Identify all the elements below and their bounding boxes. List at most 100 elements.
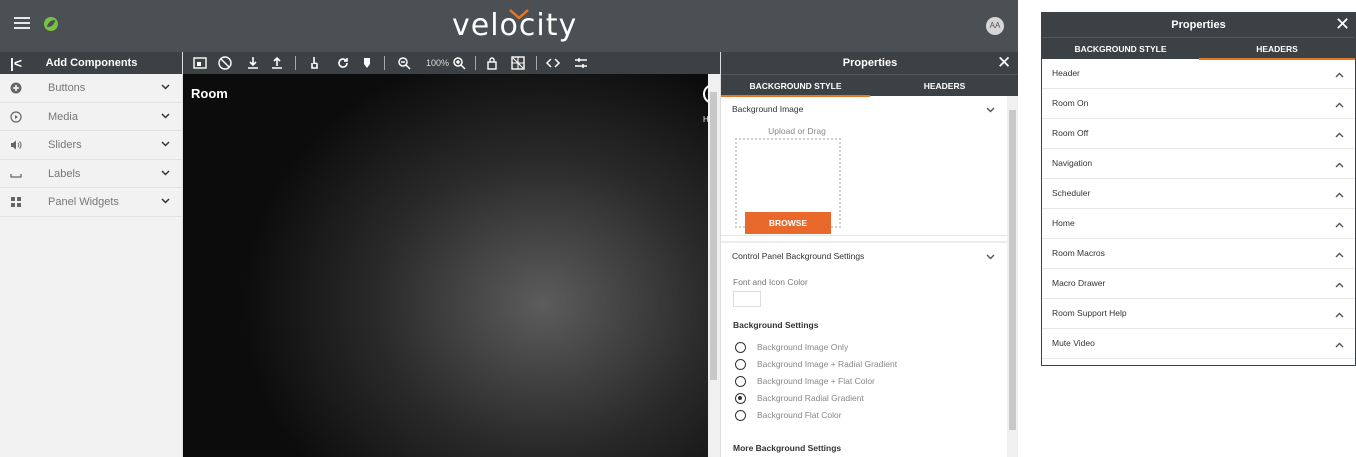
scrollbar-thumb[interactable]: [1009, 110, 1016, 430]
header-row[interactable]: Mute Video: [1042, 329, 1355, 359]
radio-circle[interactable]: [735, 342, 746, 353]
more-background-settings-title: More Background Settings: [733, 443, 842, 453]
radio-label: Background Radial Gradient: [757, 393, 864, 403]
chevron-up-icon[interactable]: [1335, 192, 1344, 198]
properties-header: Properties ✕: [1042, 13, 1355, 37]
background-settings-title: Background Settings: [733, 320, 819, 330]
properties-panel: Properties ✕ BACKGROUND STYLE HEADERS Ba…: [720, 52, 1018, 457]
leaf-logo-icon: [44, 17, 58, 31]
chevron-up-icon[interactable]: [1335, 312, 1344, 318]
component-category-label: Media: [48, 110, 78, 123]
widgets-icon: [11, 197, 21, 207]
design-canvas[interactable]: Room H: [183, 74, 723, 457]
background-image-section: Background Image Upload or Drag BROWSE: [721, 96, 1007, 236]
grid-icon[interactable]: [510, 55, 526, 71]
touch-icon[interactable]: [307, 55, 323, 71]
section-header[interactable]: Background Image: [721, 96, 1007, 120]
header-row[interactable]: Macro Drawer: [1042, 269, 1355, 299]
components-header: |< Add Components: [0, 52, 182, 74]
header-row[interactable]: Scheduler: [1042, 179, 1355, 209]
chevron-up-icon[interactable]: [1335, 102, 1344, 108]
chevron-up-icon[interactable]: [1335, 342, 1344, 348]
brand-accent-icon: [509, 9, 529, 20]
chevron-down-icon[interactable]: [986, 254, 995, 260]
tab-background-style[interactable]: BACKGROUND STYLE: [721, 75, 870, 97]
chevron-up-icon[interactable]: [1335, 222, 1344, 228]
zoom-in-icon[interactable]: [451, 55, 467, 71]
chevron-up-icon[interactable]: [1335, 282, 1344, 288]
chevron-up-icon[interactable]: [1335, 162, 1344, 168]
header-row[interactable]: Room Support Help: [1042, 299, 1355, 329]
preview-icon[interactable]: [192, 55, 208, 71]
app-window: velocity AA |< Add Components Buttons Me…: [0, 0, 1018, 457]
tab-background-style[interactable]: BACKGROUND STYLE: [1042, 38, 1199, 60]
header-row-label: Room Support Help: [1052, 308, 1127, 318]
chevron-down-icon[interactable]: [986, 107, 995, 113]
header-row[interactable]: Room On: [1042, 89, 1355, 119]
user-avatar[interactable]: AA: [986, 17, 1004, 35]
component-category-buttons[interactable]: Buttons: [0, 74, 182, 103]
settings-sliders-icon[interactable]: [573, 55, 589, 71]
header-row[interactable]: Room Macros: [1042, 239, 1355, 269]
header-row-label: Navigation: [1052, 158, 1093, 168]
scrollbar-thumb[interactable]: [710, 92, 717, 380]
properties-scrollbar[interactable]: [1007, 96, 1018, 457]
close-icon[interactable]: ✕: [997, 53, 1011, 73]
header-row[interactable]: Room Off: [1042, 119, 1355, 149]
top-bar: velocity AA: [0, 0, 1018, 52]
tab-headers[interactable]: HEADERS: [1199, 38, 1355, 60]
download-icon[interactable]: [245, 55, 261, 71]
properties-tabs: BACKGROUND STYLE HEADERS: [721, 74, 1018, 97]
chevron-down-icon: [161, 141, 170, 147]
browse-button[interactable]: BROWSE: [745, 212, 831, 234]
room-title: Room: [191, 86, 228, 101]
header-row-label: Scheduler: [1052, 188, 1091, 198]
control-panel-background-section: Control Panel Background Settings Font a…: [721, 241, 1007, 457]
volume-icon: [11, 140, 22, 150]
plus-circle-icon: [10, 82, 22, 94]
components-title: Add Components: [45, 57, 138, 69]
components-panel: |< Add Components Buttons Media Sliders …: [0, 52, 183, 457]
header-row-label: Macro Drawer: [1052, 278, 1106, 288]
chevron-down-icon: [161, 198, 170, 204]
header-row[interactable]: Home: [1042, 209, 1355, 239]
font-icon-color-label: Font and Icon Color: [733, 277, 808, 287]
component-category-label: Sliders: [48, 139, 82, 151]
zoom-level: 100%: [426, 58, 450, 68]
play-circle-icon: [10, 110, 22, 123]
font-icon-color-swatch[interactable]: [733, 291, 761, 307]
properties-headers-panel: Properties ✕ BACKGROUND STYLE HEADERS He…: [1041, 12, 1356, 366]
radio-circle-selected[interactable]: [735, 393, 746, 404]
radio-circle[interactable]: [735, 410, 746, 421]
properties-body: Background Image Upload or Drag BROWSE C…: [721, 96, 1007, 457]
menu-icon[interactable]: [14, 17, 30, 29]
radio-label: Background Image + Flat Color: [757, 376, 875, 386]
canvas-toolbar: 100%: [183, 52, 720, 74]
close-icon[interactable]: ✕: [1335, 14, 1350, 35]
chevron-up-icon[interactable]: [1335, 132, 1344, 138]
upload-hint: Upload or Drag: [768, 126, 826, 136]
radio-circle[interactable]: [735, 376, 746, 387]
radio-label: Background Image + Radial Gradient: [757, 359, 898, 369]
chevron-up-icon[interactable]: [1335, 252, 1344, 258]
section-header[interactable]: Control Panel Background Settings: [721, 243, 1007, 267]
component-category-sliders[interactable]: Sliders: [0, 131, 182, 160]
rotate-device-icon[interactable]: [217, 55, 233, 71]
remote-icon[interactable]: [359, 55, 375, 71]
header-row-label: Room Off: [1052, 128, 1089, 138]
zoom-out-icon[interactable]: [396, 55, 412, 71]
header-row[interactable]: Header: [1042, 59, 1355, 89]
component-category-panel-widgets[interactable]: Panel Widgets: [0, 188, 182, 217]
lock-icon[interactable]: [484, 55, 500, 71]
header-row[interactable]: Navigation: [1042, 149, 1355, 179]
code-icon[interactable]: [545, 55, 561, 71]
refresh-icon[interactable]: [335, 55, 351, 71]
canvas-scrollbar[interactable]: [708, 74, 720, 457]
component-category-media[interactable]: Media: [0, 103, 182, 131]
tab-headers[interactable]: HEADERS: [870, 75, 1018, 97]
radio-circle[interactable]: [735, 359, 746, 370]
upload-icon[interactable]: [269, 55, 285, 71]
component-category-label: Labels: [48, 167, 81, 180]
chevron-up-icon[interactable]: [1335, 72, 1344, 78]
component-category-labels[interactable]: Labels: [0, 160, 182, 188]
